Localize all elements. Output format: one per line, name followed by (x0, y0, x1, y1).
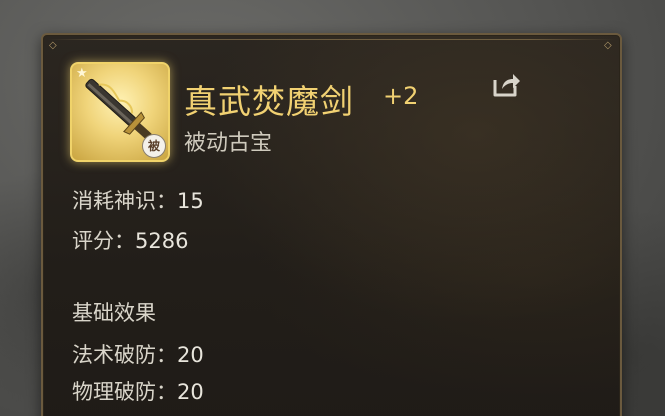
score-value: 5286 (135, 229, 189, 253)
score-label: 评分： (72, 229, 135, 253)
base-effect-row: 法术破防：20 (72, 339, 204, 369)
base-effects-title: 基础效果 (72, 301, 156, 325)
consumption-value: 15 (177, 189, 204, 213)
passive-badge: 被 (142, 134, 166, 158)
item-enhance-level: +2 (383, 82, 419, 110)
consumption-stat: 消耗神识：15 (72, 185, 204, 215)
base-effect-label: 法术破防： (72, 343, 177, 367)
score-stat: 评分：5286 (72, 225, 188, 255)
item-icon-frame[interactable]: ★ 被 (70, 62, 170, 162)
share-icon (493, 74, 520, 97)
base-effect-label: 物理破防： (72, 380, 177, 404)
share-button[interactable] (489, 68, 521, 100)
consumption-label: 消耗神识： (72, 189, 177, 213)
item-name: 真武焚魔剑 (184, 82, 354, 121)
corner-ornament-icon: ◇ (49, 40, 57, 51)
base-effect-row: 物理破防：20 (72, 376, 204, 406)
base-effect-value: 20 (177, 380, 204, 404)
item-type: 被动古宝 (184, 131, 273, 156)
corner-ornament-icon: ◇ (604, 40, 612, 51)
base-effect-value: 20 (177, 343, 204, 367)
